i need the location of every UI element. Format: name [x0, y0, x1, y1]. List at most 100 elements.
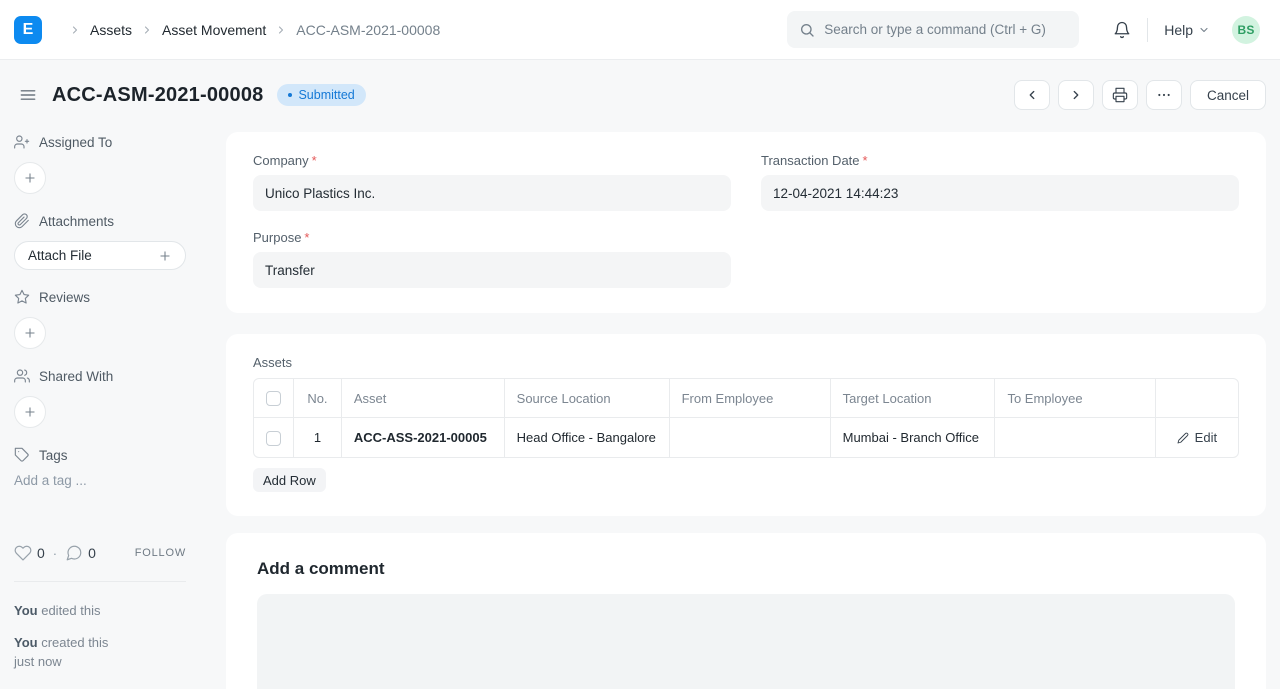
to-employee-cell[interactable] — [995, 418, 1155, 457]
add-tag-input[interactable]: Add a tag ... — [14, 473, 212, 488]
chevron-right-icon — [1069, 88, 1083, 102]
user-plus-icon — [14, 134, 30, 150]
row-checkbox[interactable] — [266, 431, 281, 446]
table-row: 1 ACC-ASS-2021-00005 Head Office - Banga… — [254, 418, 1238, 457]
help-menu[interactable]: Help — [1164, 22, 1210, 38]
assets-section-label: Assets — [253, 355, 1239, 370]
edit-row-button[interactable]: Edit — [1168, 418, 1226, 457]
activity-actor: You — [14, 603, 38, 618]
label-text: Company — [253, 153, 309, 168]
column-header-from-employee: From Employee — [670, 379, 831, 418]
users-icon — [14, 368, 30, 384]
help-label: Help — [1164, 22, 1193, 38]
column-header-to-employee: To Employee — [995, 379, 1155, 418]
column-header-asset: Asset — [342, 379, 505, 418]
activity-action: created this — [41, 635, 108, 650]
edit-label: Edit — [1195, 430, 1217, 445]
required-marker: * — [312, 153, 317, 168]
purpose-label: Purpose* — [253, 230, 731, 245]
likes-row: 0 · 0 FOLLOW — [14, 544, 186, 562]
asset-link[interactable]: ACC-ASS-2021-00005 — [354, 430, 487, 445]
paperclip-icon — [14, 213, 30, 229]
chat-icon[interactable] — [65, 544, 83, 562]
tags-section: Tags Add a tag ... — [14, 447, 212, 488]
required-marker: * — [863, 153, 868, 168]
avatar-initials: BS — [1237, 23, 1254, 37]
activity-item: You created this just now — [14, 634, 212, 672]
shared-with-section: Shared With — [14, 368, 212, 428]
navbar: E Assets Asset Movement ACC-ASM-2021-000… — [0, 0, 1280, 60]
assigned-to-header: Assigned To — [14, 134, 212, 150]
logo-letter: E — [23, 22, 34, 38]
transaction-date-input[interactable]: 12-04-2021 14:44:23 — [761, 175, 1239, 211]
column-header-source-location: Source Location — [505, 379, 670, 418]
menu-icon — [18, 85, 38, 105]
comment-input[interactable] — [257, 594, 1235, 689]
activity-action: edited this — [41, 603, 100, 618]
reviews-header: Reviews — [14, 289, 212, 305]
from-employee-cell[interactable] — [670, 418, 831, 457]
search-input[interactable]: Search or type a command (Ctrl + G) — [787, 11, 1079, 48]
comment-card: Add a comment — [226, 533, 1266, 689]
add-review-button[interactable] — [14, 317, 46, 349]
comments-count: 0 — [88, 545, 96, 561]
form-sidebar: Assigned To Attachments Attach File — [0, 110, 226, 685]
avatar[interactable]: BS — [1232, 16, 1260, 44]
add-assignment-button[interactable] — [14, 162, 46, 194]
chevron-right-icon — [275, 24, 287, 36]
breadcrumb-assets[interactable]: Assets — [90, 22, 132, 38]
print-button[interactable] — [1102, 80, 1138, 110]
chevron-down-icon — [1198, 24, 1210, 36]
breadcrumb-asset-movement[interactable]: Asset Movement — [162, 22, 266, 38]
assigned-to-label: Assigned To — [39, 135, 112, 150]
purpose-field: Purpose* Transfer — [253, 230, 731, 288]
plus-icon — [158, 249, 172, 263]
navbar-divider — [1147, 18, 1148, 42]
plus-icon — [23, 326, 37, 340]
breadcrumb: Assets Asset Movement ACC-ASM-2021-00008 — [60, 22, 440, 38]
company-label: Company* — [253, 153, 731, 168]
assigned-to-section: Assigned To — [14, 134, 212, 194]
column-header-target-location: Target Location — [831, 379, 996, 418]
add-share-button[interactable] — [14, 396, 46, 428]
bell-icon — [1113, 21, 1131, 39]
page-title: ACC-ASM-2021-00008 — [52, 84, 263, 107]
sidebar-toggle-button[interactable] — [16, 83, 40, 107]
ellipsis-icon — [1156, 87, 1172, 103]
tags-header: Tags — [14, 447, 212, 463]
more-actions-button[interactable] — [1146, 80, 1182, 110]
required-marker: * — [304, 230, 309, 245]
follow-button[interactable]: FOLLOW — [135, 547, 186, 559]
chevron-right-icon — [69, 24, 81, 36]
table-header-row: No. Asset Source Location From Employee … — [254, 379, 1238, 418]
status-dot — [288, 93, 292, 97]
assets-table: No. Asset Source Location From Employee … — [253, 378, 1239, 458]
attach-file-button[interactable]: Attach File — [14, 241, 186, 270]
purpose-input[interactable]: Transfer — [253, 252, 731, 288]
details-card: Company* Unico Plastics Inc. Transaction… — [226, 132, 1266, 313]
reviews-section: Reviews — [14, 289, 212, 349]
cancel-button[interactable]: Cancel — [1190, 80, 1266, 110]
prev-document-button[interactable] — [1014, 80, 1050, 110]
search-icon — [799, 22, 815, 38]
attachments-label: Attachments — [39, 214, 114, 229]
form-grid: Company* Unico Plastics Inc. Transaction… — [253, 153, 1239, 288]
assets-card: Assets No. Asset Source Location From Em… — [226, 334, 1266, 516]
column-header-actions — [1156, 379, 1238, 418]
column-header-no: No. — [294, 379, 342, 418]
next-document-button[interactable] — [1058, 80, 1094, 110]
heart-icon[interactable] — [14, 544, 32, 562]
add-row-button[interactable]: Add Row — [253, 468, 326, 492]
source-location-cell[interactable]: Head Office - Bangalore — [505, 418, 670, 457]
chevron-right-icon — [141, 24, 153, 36]
app-logo[interactable]: E — [14, 16, 42, 44]
target-location-cell[interactable]: Mumbai - Branch Office — [831, 418, 996, 457]
activity-actor: You — [14, 635, 38, 650]
notifications-button[interactable] — [1113, 21, 1131, 39]
select-all-checkbox[interactable] — [266, 391, 281, 406]
company-input[interactable]: Unico Plastics Inc. — [253, 175, 731, 211]
reviews-label: Reviews — [39, 290, 90, 305]
attachments-section: Attachments Attach File — [14, 213, 212, 270]
header-actions: Cancel — [1014, 80, 1266, 110]
shared-with-header: Shared With — [14, 368, 212, 384]
